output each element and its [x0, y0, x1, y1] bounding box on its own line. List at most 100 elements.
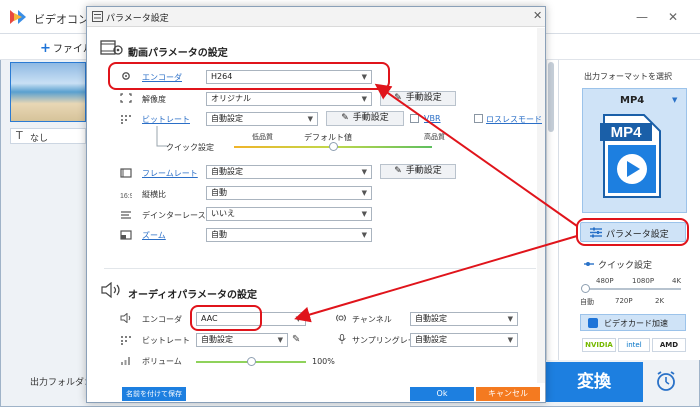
dialog-title: パラメータ設定 — [106, 14, 169, 24]
deinterlace-select[interactable]: いいえ ▼ — [206, 207, 372, 221]
microphone-icon — [338, 334, 346, 344]
zoom-select[interactable]: 自動 ▼ — [206, 228, 372, 242]
video-encoder-highlight — [108, 62, 390, 90]
audio-section-title: オーディオパラメータの設定 — [128, 290, 257, 301]
audio-bitrate-label: ビットレート — [142, 336, 190, 345]
zoom-value: 自動 — [211, 230, 227, 239]
channel-value: 自動設定 — [415, 314, 447, 323]
volume-icon — [121, 357, 130, 365]
dialog-scrollbar[interactable] — [537, 28, 545, 383]
framerate-value: 自動設定 — [211, 167, 243, 176]
volume-label: ボリューム — [142, 357, 182, 366]
plus-icon: + — [40, 41, 51, 56]
video-thumbnail[interactable] — [10, 62, 86, 122]
resolution-label: 解像度 — [142, 95, 166, 104]
quick-tick-720p: 720P — [615, 297, 633, 305]
app-logo-icon — [10, 10, 26, 24]
alarm-clock-icon[interactable] — [655, 370, 677, 392]
minimize-icon[interactable]: — — [636, 10, 648, 24]
intel-badge: intel — [618, 338, 650, 352]
pencil-icon: ✎ — [394, 166, 402, 176]
quick-tick-480p: 480P — [596, 277, 614, 285]
aspect-ratio-select[interactable]: 自動 ▼ — [206, 186, 372, 200]
close-icon[interactable]: ✕ — [668, 10, 678, 24]
quality-high-label: 高品質 — [424, 133, 445, 141]
chevron-down-icon: ▼ — [361, 210, 367, 218]
pencil-icon: ✎ — [341, 113, 349, 123]
mp4-file-icon-text: MP4 — [611, 124, 643, 141]
chevron-down-icon: ▼ — [507, 336, 513, 344]
sampling-rate-select[interactable]: 自動設定 ▼ — [410, 333, 518, 347]
sampling-rate-value: 自動設定 — [415, 335, 447, 344]
audio-bitrate-select[interactable]: 自動設定 ▼ — [196, 333, 288, 347]
chevron-down-icon: ▼ — [277, 336, 283, 344]
ok-button[interactable]: Ok — [410, 387, 474, 401]
bitrate-select[interactable]: 自動設定 ▼ — [206, 112, 318, 126]
quick-settings-icon — [584, 262, 594, 266]
quick-settings-label: クイック設定 — [598, 261, 653, 271]
lossless-label: ロスレスモード — [486, 115, 542, 124]
chevron-down-icon: ▼ — [361, 231, 367, 239]
chevron-down-icon: ▼ — [361, 95, 367, 103]
file-list-scroll-thumb[interactable] — [548, 62, 554, 132]
gpu-icon — [588, 318, 598, 328]
cancel-button[interactable]: キャンセル — [476, 387, 540, 401]
pencil-icon[interactable]: ✎ — [292, 334, 300, 345]
bitrate-manual-label: 手動設定 — [352, 113, 389, 123]
channel-select[interactable]: 自動設定 ▼ — [410, 312, 518, 326]
chevron-down-icon: ▼ — [507, 315, 513, 323]
app-title: ビデオコン — [34, 13, 89, 26]
quality-low-label: 低品質 — [252, 133, 273, 141]
zoom-icon — [120, 230, 132, 240]
quality-slider-handle[interactable] — [328, 142, 338, 151]
pencil-icon: ✎ — [394, 93, 402, 103]
framerate-icon — [120, 168, 132, 178]
video-section-title: 動画パラメータの設定 — [128, 48, 228, 59]
quick-settings-slider[interactable] — [585, 288, 681, 290]
parameter-button-highlight — [576, 218, 689, 246]
save-as-button[interactable]: 名前を付けて保存 — [122, 387, 186, 401]
dialog-close-icon[interactable]: ✕ — [533, 9, 542, 22]
chevron-down-icon: ▼ — [307, 115, 313, 123]
audio-encoder-label: エンコーダ — [142, 315, 182, 324]
quick-tick-4k: 4K — [672, 277, 682, 285]
audio-bitrate-value: 自動設定 — [201, 335, 233, 344]
resolution-manual-label: 手動設定 — [405, 93, 442, 103]
vbr-label: VBR — [424, 114, 441, 123]
aspect-ratio-icon: 16:9 — [120, 193, 132, 199]
subtitle-icon: T — [16, 129, 23, 142]
quick-tick-auto: 自動 — [580, 298, 594, 306]
chevron-down-icon[interactable]: ▼ — [672, 96, 677, 104]
resolution-icon — [120, 93, 132, 103]
add-file-button[interactable]: + ファイル — [40, 40, 93, 56]
resolution-select[interactable]: オリジナル ▼ — [206, 92, 372, 106]
amd-badge: AMD — [652, 338, 686, 352]
lossless-checkbox[interactable] — [474, 114, 483, 123]
bitrate-manual-button[interactable]: ✎ 手動設定 — [326, 111, 404, 126]
deinterlace-icon — [121, 211, 131, 219]
framerate-manual-button[interactable]: ✎ 手動設定 — [380, 164, 456, 179]
volume-value: 100% — [312, 357, 335, 366]
quick-settings-slider-handle[interactable] — [581, 284, 590, 293]
volume-slider-handle[interactable] — [246, 357, 256, 366]
quick-setting-label: クイック設定 — [166, 143, 214, 152]
bitrate-label: ビットレート — [142, 115, 190, 124]
convert-button[interactable]: 変換 — [545, 362, 643, 402]
subtitle-value: なし — [30, 134, 49, 144]
channel-icon — [336, 314, 346, 322]
resolution-value: オリジナル — [211, 94, 251, 103]
quick-tick-1080p: 1080P — [632, 277, 655, 285]
svg-text:16:9: 16:9 — [120, 193, 132, 199]
deinterlace-label: デインターレース — [142, 211, 206, 220]
aspect-ratio-value: 自動 — [211, 188, 227, 197]
chevron-down-icon: ▼ — [295, 315, 301, 323]
resolution-manual-button[interactable]: ✎ 手動設定 — [380, 91, 456, 106]
vbr-checkbox[interactable] — [410, 114, 419, 123]
section-divider — [104, 268, 536, 269]
bitrate-value: 自動設定 — [211, 114, 243, 123]
quick-tick-2k: 2K — [655, 297, 665, 305]
framerate-select[interactable]: 自動設定 ▼ — [206, 165, 372, 179]
audio-encoder-highlight — [190, 305, 262, 331]
chevron-down-icon: ▼ — [361, 189, 367, 197]
quality-default-label: デフォルト値 — [304, 133, 352, 142]
